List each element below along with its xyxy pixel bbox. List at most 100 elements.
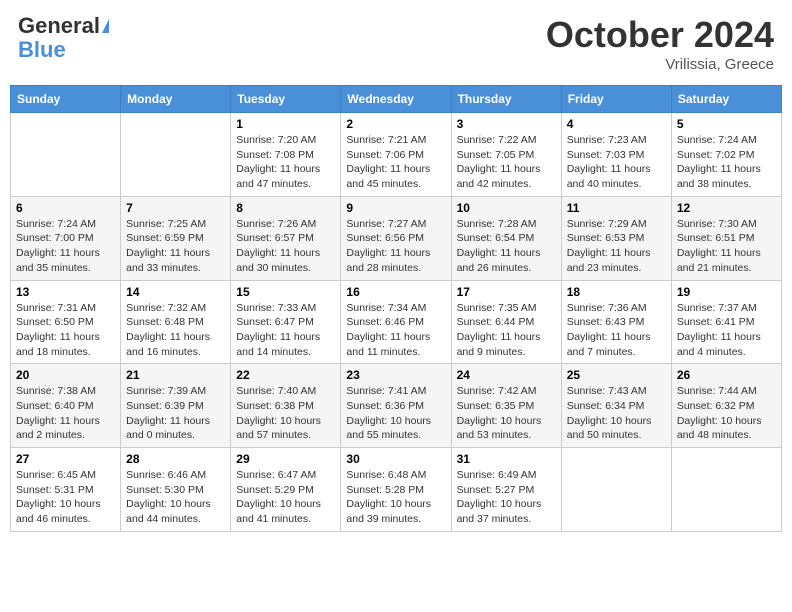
day-info: Sunrise: 7:25 AM Sunset: 6:59 PM Dayligh… xyxy=(126,217,225,276)
calendar-cell xyxy=(11,113,121,197)
calendar-cell: 12 Sunrise: 7:30 AM Sunset: 6:51 PM Dayli… xyxy=(671,196,781,280)
calendar-cell: 31 Sunrise: 6:49 AM Sunset: 5:27 PM Dayli… xyxy=(451,448,561,532)
calendar-cell: 19Sunrise: 7:37 AM Sunset: 6:41 PM Dayli… xyxy=(671,280,781,364)
calendar-cell: 22 Sunrise: 7:40 AM Sunset: 6:38 PM Dayli… xyxy=(231,364,341,448)
day-of-week-header: Sunday xyxy=(11,86,121,113)
day-number: 18 xyxy=(567,285,666,299)
calendar-cell: 20 Sunrise: 7:38 AM Sunset: 6:40 PM Dayli… xyxy=(11,364,121,448)
day-info: Sunrise: 7:26 AM Sunset: 6:57 PM Dayligh… xyxy=(236,217,335,276)
day-number: 31 xyxy=(457,452,556,466)
calendar-cell: 13 Sunrise: 7:31 AM Sunset: 6:50 PM Dayli… xyxy=(11,280,121,364)
day-of-week-header: Tuesday xyxy=(231,86,341,113)
day-number: 14 xyxy=(126,285,225,299)
day-number: 24 xyxy=(457,368,556,382)
day-number: 20 xyxy=(16,368,115,382)
calendar-cell: 24Sunrise: 7:42 AM Sunset: 6:35 PM Dayli… xyxy=(451,364,561,448)
day-number: 15 xyxy=(236,285,335,299)
calendar-cell: 25 Sunrise: 7:43 AM Sunset: 6:34 PM Dayli… xyxy=(561,364,671,448)
calendar-cell: 29 Sunrise: 6:47 AM Sunset: 5:29 PM Dayli… xyxy=(231,448,341,532)
calendar-cell: 16Sunrise: 7:34 AM Sunset: 6:46 PM Dayli… xyxy=(341,280,451,364)
calendar-cell: 23Sunrise: 7:41 AM Sunset: 6:36 PM Dayli… xyxy=(341,364,451,448)
logo-triangle-icon xyxy=(102,19,109,33)
calendar-cell: 18 Sunrise: 7:36 AM Sunset: 6:43 PM Dayli… xyxy=(561,280,671,364)
calendar-cell: 1 Sunrise: 7:20 AM Sunset: 7:08 PM Daylig… xyxy=(231,113,341,197)
calendar-cell: 30Sunrise: 6:48 AM Sunset: 5:28 PM Dayli… xyxy=(341,448,451,532)
day-info: Sunrise: 7:37 AM Sunset: 6:41 PM Dayligh… xyxy=(677,301,776,360)
calendar-cell: 4Sunrise: 7:23 AM Sunset: 7:03 PM Daylig… xyxy=(561,113,671,197)
calendar-cell: 27 Sunrise: 6:45 AM Sunset: 5:31 PM Dayli… xyxy=(11,448,121,532)
day-info: Sunrise: 7:21 AM Sunset: 7:06 PM Dayligh… xyxy=(346,133,445,192)
day-info: Sunrise: 7:31 AM Sunset: 6:50 PM Dayligh… xyxy=(16,301,115,360)
title-block: October 2024 Vrilissia, Greece xyxy=(546,14,774,73)
day-info: Sunrise: 7:38 AM Sunset: 6:40 PM Dayligh… xyxy=(16,384,115,443)
day-info: Sunrise: 7:40 AM Sunset: 6:38 PM Dayligh… xyxy=(236,384,335,443)
day-of-week-header: Wednesday xyxy=(341,86,451,113)
calendar-cell: 3 Sunrise: 7:22 AM Sunset: 7:05 PM Daylig… xyxy=(451,113,561,197)
day-number: 4 xyxy=(567,117,666,131)
day-info: Sunrise: 7:36 AM Sunset: 6:43 PM Dayligh… xyxy=(567,301,666,360)
day-info: Sunrise: 7:20 AM Sunset: 7:08 PM Dayligh… xyxy=(236,133,335,192)
calendar-cell: 10Sunrise: 7:28 AM Sunset: 6:54 PM Dayli… xyxy=(451,196,561,280)
day-number: 28 xyxy=(126,452,225,466)
calendar-cell: 5 Sunrise: 7:24 AM Sunset: 7:02 PM Daylig… xyxy=(671,113,781,197)
calendar-cell: 7 Sunrise: 7:25 AM Sunset: 6:59 PM Daylig… xyxy=(121,196,231,280)
day-number: 29 xyxy=(236,452,335,466)
day-info: Sunrise: 6:48 AM Sunset: 5:28 PM Dayligh… xyxy=(346,468,445,527)
day-number: 12 xyxy=(677,201,776,215)
day-info: Sunrise: 6:45 AM Sunset: 5:31 PM Dayligh… xyxy=(16,468,115,527)
day-info: Sunrise: 7:44 AM Sunset: 6:32 PM Dayligh… xyxy=(677,384,776,443)
logo-general-text: General xyxy=(18,14,100,38)
day-info: Sunrise: 7:35 AM Sunset: 6:44 PM Dayligh… xyxy=(457,301,556,360)
day-of-week-header: Thursday xyxy=(451,86,561,113)
day-number: 6 xyxy=(16,201,115,215)
calendar-cell: 28 Sunrise: 6:46 AM Sunset: 5:30 PM Dayli… xyxy=(121,448,231,532)
calendar-cell: 26 Sunrise: 7:44 AM Sunset: 6:32 PM Dayli… xyxy=(671,364,781,448)
calendar-cell: 17 Sunrise: 7:35 AM Sunset: 6:44 PM Dayli… xyxy=(451,280,561,364)
day-of-week-header: Saturday xyxy=(671,86,781,113)
logo: General Blue xyxy=(18,14,109,62)
day-number: 2 xyxy=(346,117,445,131)
day-info: Sunrise: 7:29 AM Sunset: 6:53 PM Dayligh… xyxy=(567,217,666,276)
day-number: 27 xyxy=(16,452,115,466)
day-info: Sunrise: 7:22 AM Sunset: 7:05 PM Dayligh… xyxy=(457,133,556,192)
day-number: 21 xyxy=(126,368,225,382)
calendar-cell: 15 Sunrise: 7:33 AM Sunset: 6:47 PM Dayli… xyxy=(231,280,341,364)
logo-blue-text: Blue xyxy=(18,38,66,62)
day-number: 22 xyxy=(236,368,335,382)
day-info: Sunrise: 6:46 AM Sunset: 5:30 PM Dayligh… xyxy=(126,468,225,527)
calendar-cell: 14 Sunrise: 7:32 AM Sunset: 6:48 PM Dayli… xyxy=(121,280,231,364)
day-info: Sunrise: 7:39 AM Sunset: 6:39 PM Dayligh… xyxy=(126,384,225,443)
day-info: Sunrise: 7:30 AM Sunset: 6:51 PM Dayligh… xyxy=(677,217,776,276)
calendar-cell xyxy=(561,448,671,532)
day-number: 7 xyxy=(126,201,225,215)
day-info: Sunrise: 7:41 AM Sunset: 6:36 PM Dayligh… xyxy=(346,384,445,443)
day-number: 10 xyxy=(457,201,556,215)
calendar-cell xyxy=(121,113,231,197)
calendar-title: October 2024 xyxy=(546,14,774,56)
day-number: 17 xyxy=(457,285,556,299)
calendar-table: SundayMondayTuesdayWednesdayThursdayFrid… xyxy=(10,85,782,532)
day-number: 26 xyxy=(677,368,776,382)
day-number: 11 xyxy=(567,201,666,215)
day-info: Sunrise: 7:32 AM Sunset: 6:48 PM Dayligh… xyxy=(126,301,225,360)
day-number: 13 xyxy=(16,285,115,299)
day-number: 9 xyxy=(346,201,445,215)
day-number: 1 xyxy=(236,117,335,131)
day-number: 5 xyxy=(677,117,776,131)
day-number: 3 xyxy=(457,117,556,131)
day-info: Sunrise: 7:33 AM Sunset: 6:47 PM Dayligh… xyxy=(236,301,335,360)
day-info: Sunrise: 7:24 AM Sunset: 7:02 PM Dayligh… xyxy=(677,133,776,192)
day-info: Sunrise: 7:24 AM Sunset: 7:00 PM Dayligh… xyxy=(16,217,115,276)
page-header: General Blue October 2024 Vrilissia, Gre… xyxy=(10,10,782,77)
day-info: Sunrise: 7:43 AM Sunset: 6:34 PM Dayligh… xyxy=(567,384,666,443)
day-info: Sunrise: 6:49 AM Sunset: 5:27 PM Dayligh… xyxy=(457,468,556,527)
calendar-cell: 8 Sunrise: 7:26 AM Sunset: 6:57 PM Daylig… xyxy=(231,196,341,280)
day-number: 8 xyxy=(236,201,335,215)
day-number: 16 xyxy=(346,285,445,299)
day-number: 25 xyxy=(567,368,666,382)
day-info: Sunrise: 6:47 AM Sunset: 5:29 PM Dayligh… xyxy=(236,468,335,527)
calendar-cell: 6 Sunrise: 7:24 AM Sunset: 7:00 PM Daylig… xyxy=(11,196,121,280)
calendar-location: Vrilissia, Greece xyxy=(546,56,774,73)
day-of-week-header: Monday xyxy=(121,86,231,113)
calendar-cell: 9Sunrise: 7:27 AM Sunset: 6:56 PM Daylig… xyxy=(341,196,451,280)
